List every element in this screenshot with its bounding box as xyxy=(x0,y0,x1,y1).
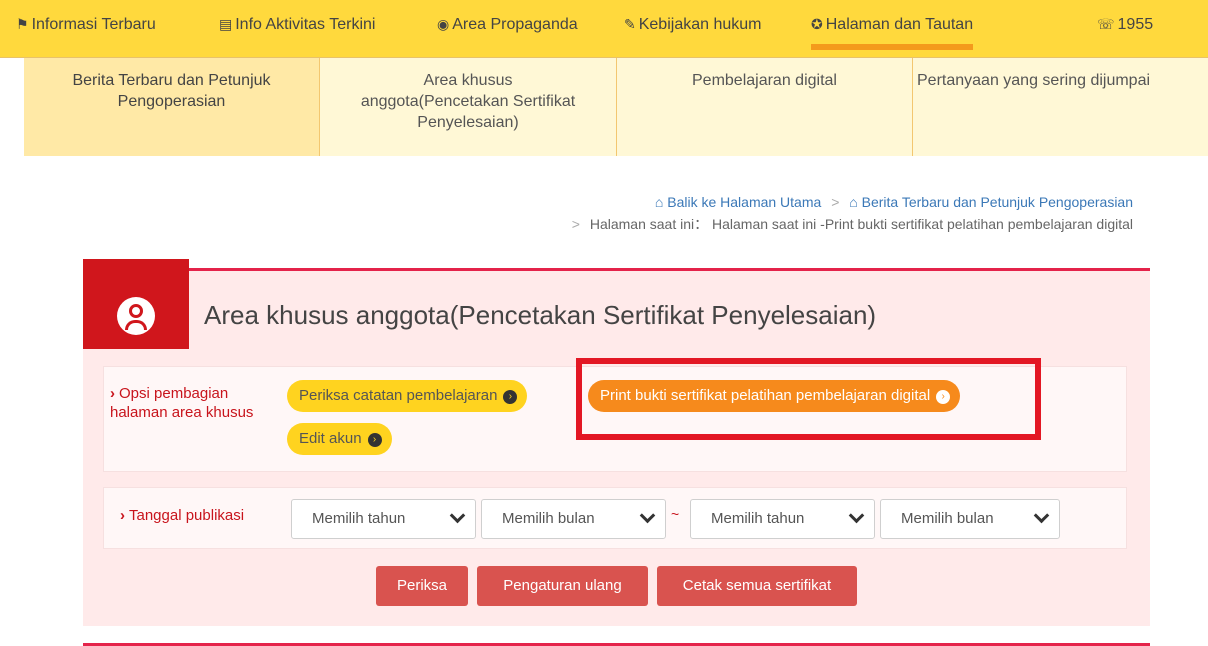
date-label: › Tanggal publikasi xyxy=(120,507,244,524)
options-label-text: Opsi pembagian halaman area khusus xyxy=(110,385,254,421)
options-label: › Opsi pembagian halaman area khusus xyxy=(110,384,280,422)
select-value: Memilih tahun xyxy=(312,510,406,527)
breadcrumb-current: Halaman saat ini -Print bukti sertifikat… xyxy=(712,216,1133,232)
to-year-select[interactable]: Memilih tahun xyxy=(690,499,875,539)
breadcrumb-current-prefix: Halaman saat ini： xyxy=(589,216,709,232)
podcast-icon: ◉ xyxy=(437,16,450,32)
lifebuoy-icon: ✪ xyxy=(811,16,823,32)
nav-item-label: Kebijakan hukum xyxy=(638,16,762,33)
home-icon: ⌂ xyxy=(849,194,858,210)
chevron-down-icon xyxy=(1033,507,1050,524)
breadcrumb-section-link[interactable]: ⌂ Berita Terbaru dan Petunjuk Pengoperas… xyxy=(849,194,1133,210)
newspaper-icon: ▤ xyxy=(219,16,233,32)
category-tabs: Berita Terbaru dan Petunjuk Pengoperasia… xyxy=(24,58,1208,156)
select-value: Memilih bulan xyxy=(502,510,595,527)
button-label: Edit akun xyxy=(299,430,362,447)
tab-label-line: anggota(Pencetakan Sertifikat xyxy=(360,93,576,110)
tab-news-guide[interactable]: Berita Terbaru dan Petunjuk Pengoperasia… xyxy=(24,58,320,156)
tab-label-line: Penyelesaian) xyxy=(417,114,519,131)
breadcrumb-home-label: Balik ke Halaman Utama xyxy=(667,194,822,210)
print-all-button[interactable]: Cetak semua sertifikat xyxy=(657,566,857,606)
gavel-icon: ✎ xyxy=(624,16,636,32)
breadcrumb-section-label: Berita Terbaru dan Petunjuk Pengoperasia… xyxy=(861,194,1133,210)
chevron-right-icon: › xyxy=(110,385,115,402)
tab-label-line: Area khusus xyxy=(423,72,513,89)
nav-item-legal-policy[interactable]: ✎ Kebijakan hukum xyxy=(624,12,761,44)
nav-item-pages-links[interactable]: ✪ Halaman dan Tautan xyxy=(811,12,974,50)
breadcrumb-separator: > xyxy=(571,216,580,232)
range-separator: ~ xyxy=(671,506,680,522)
whatsapp-icon: ☏ xyxy=(1097,16,1115,32)
chevron-right-icon: › xyxy=(120,507,125,524)
button-label: Periksa catatan pembelajaran xyxy=(299,387,498,404)
flag-icon: ⚑ xyxy=(16,16,29,32)
nav-item-label: Info Aktivitas Terkini xyxy=(235,16,376,33)
check-records-button[interactable]: Periksa catatan pembelajaran › xyxy=(287,380,528,412)
arrow-circle-right-icon: › xyxy=(367,433,382,447)
highlight-box xyxy=(576,358,1041,440)
tab-faq[interactable]: Pertanyaan yang sering dijumpai xyxy=(913,58,1208,156)
home-icon: ⌂ xyxy=(654,194,664,210)
nav-item-label: Informasi Terbaru xyxy=(31,16,156,33)
user-icon xyxy=(117,297,155,335)
chevron-down-icon xyxy=(639,507,656,524)
reset-button[interactable]: Pengaturan ulang xyxy=(477,566,648,606)
to-month-select[interactable]: Memilih bulan xyxy=(880,499,1060,539)
nav-item-latest-info[interactable]: ⚑ Informasi Terbaru xyxy=(16,12,156,44)
from-month-select[interactable]: Memilih bulan xyxy=(481,499,666,539)
nav-item-propaganda[interactable]: ◉ Area Propaganda xyxy=(437,12,578,44)
breadcrumb: ⌂ Balik ke Halaman Utama > ⌂ Berita Terb… xyxy=(566,191,1133,235)
chevron-down-icon xyxy=(848,507,865,524)
tab-label-line: Berita Terbaru dan Petunjuk xyxy=(72,72,271,89)
nav-item-hotline[interactable]: ☏ 1955 xyxy=(1097,12,1153,44)
tab-label-line: Pembelajaran digital xyxy=(692,72,837,89)
nav-item-activity-info[interactable]: ▤ Info Aktivitas Terkini xyxy=(219,12,375,44)
chevron-down-icon xyxy=(449,507,466,524)
breadcrumb-separator: > xyxy=(831,194,840,210)
select-value: Memilih tahun xyxy=(711,510,805,527)
nav-item-label: Area Propaganda xyxy=(452,16,578,33)
top-navigation: ⚑ Informasi Terbaru ▤ Info Aktivitas Terki… xyxy=(0,0,1208,58)
nav-item-label: 1955 xyxy=(1117,16,1154,33)
tab-digital-learning[interactable]: Pembelajaran digital xyxy=(617,58,913,156)
from-year-select[interactable]: Memilih tahun xyxy=(291,499,476,539)
select-value: Memilih bulan xyxy=(901,510,994,527)
tab-label-line: Pertanyaan yang sering dijumpai xyxy=(917,72,1151,89)
panel-tag xyxy=(83,259,189,349)
nav-item-label: Halaman dan Tautan xyxy=(825,16,974,33)
date-label-text: Tanggal publikasi xyxy=(129,507,245,524)
tab-member-area[interactable]: Area khusus anggota(Pencetakan Sertifika… xyxy=(320,58,617,156)
check-button[interactable]: Periksa xyxy=(376,566,468,606)
page-title: Area khusus anggota(Pencetakan Sertifika… xyxy=(204,300,877,330)
edit-account-button[interactable]: Edit akun › xyxy=(287,423,392,455)
arrow-circle-right-icon: › xyxy=(503,390,518,404)
breadcrumb-home-link[interactable]: ⌂ Balik ke Halaman Utama xyxy=(655,194,821,210)
tab-label-line: Pengoperasian xyxy=(117,93,226,110)
